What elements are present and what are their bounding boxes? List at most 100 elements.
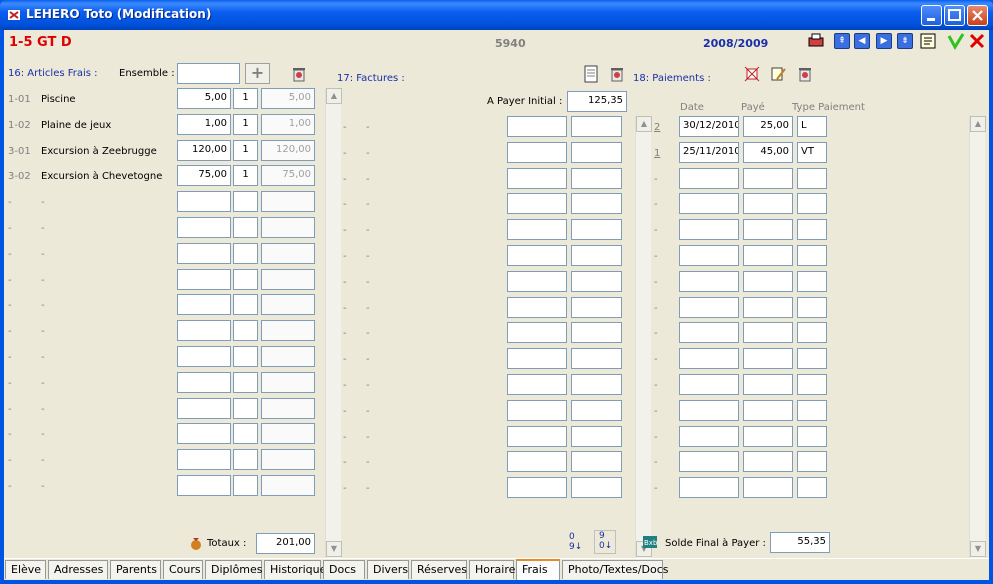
payment-type-input[interactable] xyxy=(797,193,827,214)
payment-amount-input[interactable] xyxy=(743,168,793,189)
facture-extra-input[interactable] xyxy=(571,193,622,214)
facture-extra-input[interactable] xyxy=(571,168,622,189)
article-qty-input[interactable]: 1 xyxy=(233,114,258,135)
facture-extra-input[interactable] xyxy=(571,400,622,421)
payment-date-input[interactable]: 25/11/2010 xyxy=(679,142,739,163)
tab-10[interactable]: Frais xyxy=(516,559,560,580)
payment-type-input[interactable] xyxy=(797,297,827,318)
payment-type-input[interactable] xyxy=(797,322,827,343)
facture-extra-input[interactable] xyxy=(571,426,622,447)
payment-type-input[interactable] xyxy=(797,400,827,421)
payment-amount-input[interactable] xyxy=(743,245,793,266)
article-amount-input[interactable] xyxy=(177,346,231,367)
article-qty-input[interactable] xyxy=(233,243,258,264)
payment-type-input[interactable] xyxy=(797,168,827,189)
article-qty-input[interactable] xyxy=(233,449,258,470)
payment-date-input[interactable] xyxy=(679,426,739,447)
payment-amount-input[interactable] xyxy=(743,400,793,421)
article-amount-input[interactable]: 5,00 xyxy=(177,88,231,109)
payment-type-input[interactable] xyxy=(797,245,827,266)
payment-number-link[interactable]: 1 xyxy=(654,148,660,159)
payment-type-input[interactable] xyxy=(797,348,827,369)
article-amount-input[interactable]: 75,00 xyxy=(177,165,231,186)
tab-0[interactable]: Elève xyxy=(5,560,46,579)
facture-extra-input[interactable] xyxy=(571,271,622,292)
payment-date-input[interactable] xyxy=(679,193,739,214)
article-amount-input[interactable] xyxy=(177,191,231,212)
facture-amount-input[interactable] xyxy=(507,245,567,266)
tab-8[interactable]: Réserves xyxy=(411,560,467,579)
facture-amount-input[interactable] xyxy=(507,271,567,292)
payment-date-input[interactable] xyxy=(679,219,739,240)
article-amount-input[interactable] xyxy=(177,423,231,444)
notes-icon[interactable] xyxy=(918,32,938,50)
payment-type-input[interactable] xyxy=(797,426,827,447)
facture-amount-input[interactable] xyxy=(507,451,567,472)
payment-date-input[interactable] xyxy=(679,322,739,343)
payment-date-input[interactable] xyxy=(679,451,739,472)
article-qty-input[interactable] xyxy=(233,372,258,393)
article-qty-input[interactable] xyxy=(233,346,258,367)
paiements-scrollbar[interactable]: ▲ ▼ xyxy=(969,116,986,558)
article-qty-input[interactable] xyxy=(233,320,258,341)
payment-amount-input[interactable] xyxy=(743,451,793,472)
article-qty-input[interactable]: 1 xyxy=(233,88,258,109)
payment-type-input[interactable] xyxy=(797,271,827,292)
article-amount-input[interactable] xyxy=(177,243,231,264)
payment-amount-input[interactable] xyxy=(743,297,793,318)
facture-amount-input[interactable] xyxy=(507,348,567,369)
facture-amount-input[interactable] xyxy=(507,193,567,214)
payment-number-link[interactable]: 2 xyxy=(654,122,660,133)
cancel-icon[interactable] xyxy=(968,32,986,50)
next-record-button[interactable]: ▶ xyxy=(876,33,892,49)
payment-amount-input[interactable] xyxy=(743,322,793,343)
article-amount-input[interactable]: 120,00 xyxy=(177,140,231,161)
payment-amount-input[interactable] xyxy=(743,271,793,292)
article-amount-input[interactable] xyxy=(177,217,231,238)
payment-amount-input[interactable] xyxy=(743,348,793,369)
article-amount-input[interactable] xyxy=(177,294,231,315)
tab-3[interactable]: Cours xyxy=(163,560,203,579)
tab-4[interactable]: Diplômes xyxy=(205,560,263,579)
tab-9[interactable]: Horaire xyxy=(469,560,515,579)
factures-scrollbar[interactable]: ▲ ▼ xyxy=(635,116,652,558)
payment-amount-input[interactable] xyxy=(743,374,793,395)
article-amount-input[interactable] xyxy=(177,269,231,290)
payment-date-input[interactable]: 30/12/2010 xyxy=(679,116,739,137)
delete-articles-icon[interactable] xyxy=(290,65,308,83)
payment-amount-input[interactable] xyxy=(743,219,793,240)
payment-type-input[interactable] xyxy=(797,451,827,472)
facture-extra-input[interactable] xyxy=(571,116,622,137)
facture-extra-input[interactable] xyxy=(571,374,622,395)
articles-scrollbar[interactable]: ▲ ▼ xyxy=(325,88,342,558)
payment-date-input[interactable] xyxy=(679,245,739,266)
article-qty-input[interactable] xyxy=(233,398,258,419)
payment-type-input[interactable] xyxy=(797,374,827,395)
scroll-up-arrow-icon[interactable]: ▲ xyxy=(970,116,986,132)
tab-7[interactable]: Divers xyxy=(367,560,409,579)
article-amount-input[interactable] xyxy=(177,475,231,496)
facture-amount-input[interactable] xyxy=(507,219,567,240)
facture-extra-input[interactable] xyxy=(571,477,622,498)
payment-date-input[interactable] xyxy=(679,477,739,498)
payment-date-input[interactable] xyxy=(679,271,739,292)
facture-extra-input[interactable] xyxy=(571,322,622,343)
first-record-button[interactable]: ⇞ xyxy=(834,33,850,49)
article-amount-input[interactable] xyxy=(177,398,231,419)
payment-date-input[interactable] xyxy=(679,297,739,318)
facture-amount-input[interactable] xyxy=(507,168,567,189)
payment-amount-input[interactable] xyxy=(743,193,793,214)
facture-extra-input[interactable] xyxy=(571,451,622,472)
scroll-up-arrow-icon[interactable]: ▲ xyxy=(636,116,652,132)
article-qty-input[interactable] xyxy=(233,294,258,315)
article-qty-input[interactable] xyxy=(233,217,258,238)
tab-6[interactable]: Docs xyxy=(323,560,365,579)
facture-amount-input[interactable] xyxy=(507,116,567,137)
maximize-button[interactable] xyxy=(944,5,965,26)
article-qty-input[interactable] xyxy=(233,423,258,444)
article-amount-input[interactable] xyxy=(177,372,231,393)
scroll-up-arrow-icon[interactable]: ▲ xyxy=(326,88,342,104)
close-window-button[interactable] xyxy=(967,5,988,26)
printer-icon[interactable] xyxy=(806,32,826,50)
add-ensemble-button[interactable]: + xyxy=(245,63,270,84)
